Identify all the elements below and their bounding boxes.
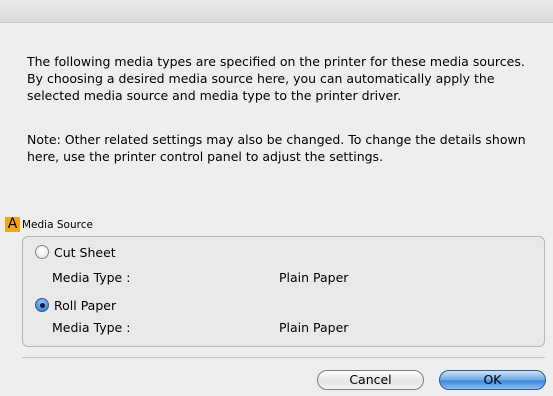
divider: [22, 357, 545, 358]
radio-button-unselected[interactable]: [35, 245, 49, 259]
media-source-dialog: The following media types are specified …: [0, 0, 553, 396]
cut-sheet-media-type-label: Media Type :: [52, 270, 131, 285]
cut-sheet-label[interactable]: Cut Sheet: [54, 245, 116, 260]
title-bar[interactable]: [0, 0, 553, 23]
cut-sheet-radio-option[interactable]: Cut Sheet: [35, 243, 116, 261]
cut-sheet-media-type-value: Plain Paper: [279, 270, 349, 285]
radio-button-selected[interactable]: [35, 298, 49, 312]
roll-paper-media-type-label: Media Type :: [52, 320, 131, 335]
cancel-button[interactable]: Cancel: [317, 370, 424, 390]
roll-paper-media-type-value: Plain Paper: [279, 320, 349, 335]
roll-paper-radio-option[interactable]: Roll Paper: [35, 296, 116, 314]
radio-dot-icon: [39, 302, 45, 308]
ok-button[interactable]: OK: [439, 370, 546, 390]
note-text: Note: Other related settings may also be…: [27, 132, 526, 164]
roll-paper-label[interactable]: Roll Paper: [54, 298, 116, 313]
description-text: The following media types are specified …: [27, 54, 525, 103]
callout-marker-a: A: [5, 217, 20, 232]
media-source-group-label: Media Source: [22, 219, 93, 231]
